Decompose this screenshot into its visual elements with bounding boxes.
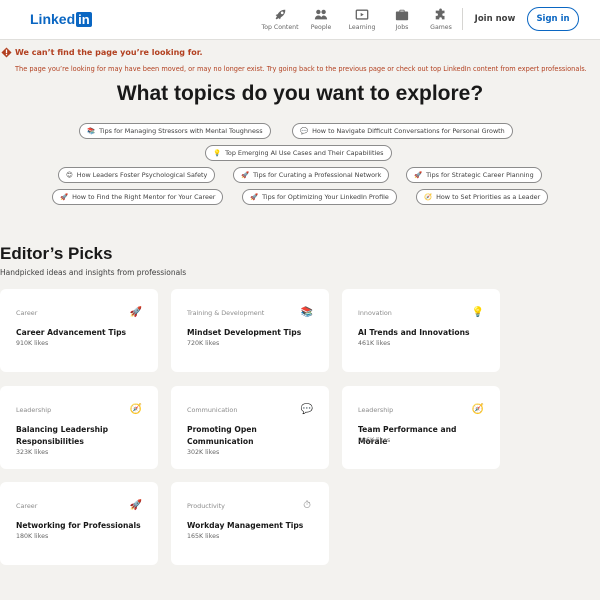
topic-chip[interactable]: 🚀 Tips for Strategic Career Planning <box>406 167 542 183</box>
speech-bubble-icon: 💬 <box>300 127 309 135</box>
card-category: Training & Development <box>187 309 265 317</box>
rocket-icon: 🚀 <box>241 171 250 179</box>
nav-games[interactable]: Games <box>419 8 463 31</box>
card-likes: 286K likes <box>358 437 391 444</box>
top-header: Linked in Top Content People Learning Job… <box>0 0 600 40</box>
rocket-icon: 🚀 <box>60 193 69 201</box>
lightbulb-icon: 💡 <box>213 149 222 157</box>
topic-chip[interactable]: 🚀 How to Find the Right Mentor for Your C… <box>52 189 224 205</box>
pick-card[interactable]: Productivity ⏱ Workday Management Tips 1… <box>171 482 329 565</box>
nav-people[interactable]: People <box>299 8 343 31</box>
card-likes: 461K likes <box>358 340 391 347</box>
pick-card[interactable]: Leadership 🧭 Team Performance and Morale… <box>342 386 500 469</box>
nav-jobs[interactable]: Jobs <box>380 8 424 31</box>
topic-chip[interactable]: 🧭 How to Set Priorities as a Leader <box>416 189 549 205</box>
card-title: Team Performance and Morale <box>358 425 457 446</box>
card-category: Productivity <box>187 502 225 510</box>
speech-bubble-icon: 💬 <box>300 404 314 415</box>
topic-chip[interactable]: 🚀 Tips for Curating a Professional Networ… <box>233 167 390 183</box>
compass-icon: 🧭 <box>129 404 143 415</box>
briefcase-icon <box>395 9 409 21</box>
books-icon: 📚 <box>300 307 314 318</box>
card-category: Leadership <box>358 406 394 414</box>
people-icon <box>314 9 328 20</box>
editors-picks-subtitle: Handpicked ideas and insights from profe… <box>0 268 187 277</box>
stopwatch-icon: ⏱ <box>303 500 311 511</box>
rocket-icon: 🚀 <box>250 193 259 201</box>
card-title: Networking for Professionals <box>16 521 141 530</box>
card-title: Balancing Leadership Responsibilities <box>16 425 109 446</box>
card-title: Workday Management Tips <box>187 521 304 530</box>
nav-top-content[interactable]: Top Content <box>258 8 302 31</box>
card-likes: 323K likes <box>16 449 49 456</box>
card-category: Innovation <box>358 309 392 317</box>
rocket-icon: 🚀 <box>129 500 143 511</box>
rocket-icon: 🚀 <box>414 171 423 179</box>
card-category: Communication <box>187 406 238 414</box>
topic-chip[interactable]: 😊 How Leaders Foster Psychological Safety <box>58 167 216 183</box>
rocket-icon: 🚀 <box>129 307 143 318</box>
card-likes: 910K likes <box>16 340 49 347</box>
books-icon: 📚 <box>87 127 96 135</box>
card-title: Career Advancement Tips <box>16 328 127 337</box>
error-icon <box>1 47 12 58</box>
join-now-button[interactable]: Join now <box>470 10 520 28</box>
pick-card[interactable]: Training & Development 📚 Mindset Develop… <box>171 289 329 372</box>
card-likes: 302K likes <box>187 449 220 456</box>
compass-icon: 🧭 <box>471 404 485 415</box>
card-category: Leadership <box>16 406 52 414</box>
lightbulb-icon: 💡 <box>471 307 485 318</box>
header-divider <box>462 8 463 30</box>
page-title: What topics do you want to explore? <box>116 82 484 105</box>
linkedin-logo[interactable]: Linked in <box>30 11 92 27</box>
card-title: AI Trends and Innovations <box>358 328 470 337</box>
topic-chip[interactable]: 💬 How to Navigate Difficult Conversations… <box>292 123 513 139</box>
card-category: Career <box>16 309 38 317</box>
card-title: Promoting Open Communication <box>187 425 257 446</box>
rocket-icon <box>275 9 286 20</box>
topic-chip[interactable]: 🚀 Tips for Optimizing Your LinkedIn Profi… <box>242 189 397 205</box>
puzzle-icon <box>435 8 445 20</box>
card-category: Career <box>16 502 38 510</box>
play-icon <box>355 9 369 20</box>
pick-card[interactable]: Career 🚀 Networking for Professionals 18… <box>0 482 158 565</box>
compass-icon: 🧭 <box>424 193 433 201</box>
smile-icon: 😊 <box>66 171 73 179</box>
card-likes: 720K likes <box>187 340 220 347</box>
card-likes: 180K likes <box>16 533 49 540</box>
sign-in-button[interactable]: Sign in <box>527 7 579 31</box>
pick-card[interactable]: Communication 💬 Promoting Open Communica… <box>171 386 329 469</box>
pick-card[interactable]: Leadership 🧭 Balancing Leadership Respon… <box>0 386 158 469</box>
topic-chip[interactable]: 💡 Top Emerging AI Use Cases and Their Cap… <box>205 145 392 161</box>
card-likes: 165K likes <box>187 533 220 540</box>
error-title: We can’t find the page you’re looking fo… <box>15 48 203 57</box>
pick-card[interactable]: Career 🚀 Career Advancement Tips 910K li… <box>0 289 158 372</box>
card-title: Mindset Development Tips <box>187 328 302 337</box>
topic-chip[interactable]: 📚 Tips for Managing Stressors with Mental… <box>79 123 271 139</box>
error-description: The page you’re looking for may have bee… <box>15 65 587 73</box>
editors-picks-title: Editor’s Picks <box>0 244 113 263</box>
pick-card[interactable]: Innovation 💡 AI Trends and Innovations 4… <box>342 289 500 372</box>
nav-learning[interactable]: Learning <box>340 8 384 31</box>
